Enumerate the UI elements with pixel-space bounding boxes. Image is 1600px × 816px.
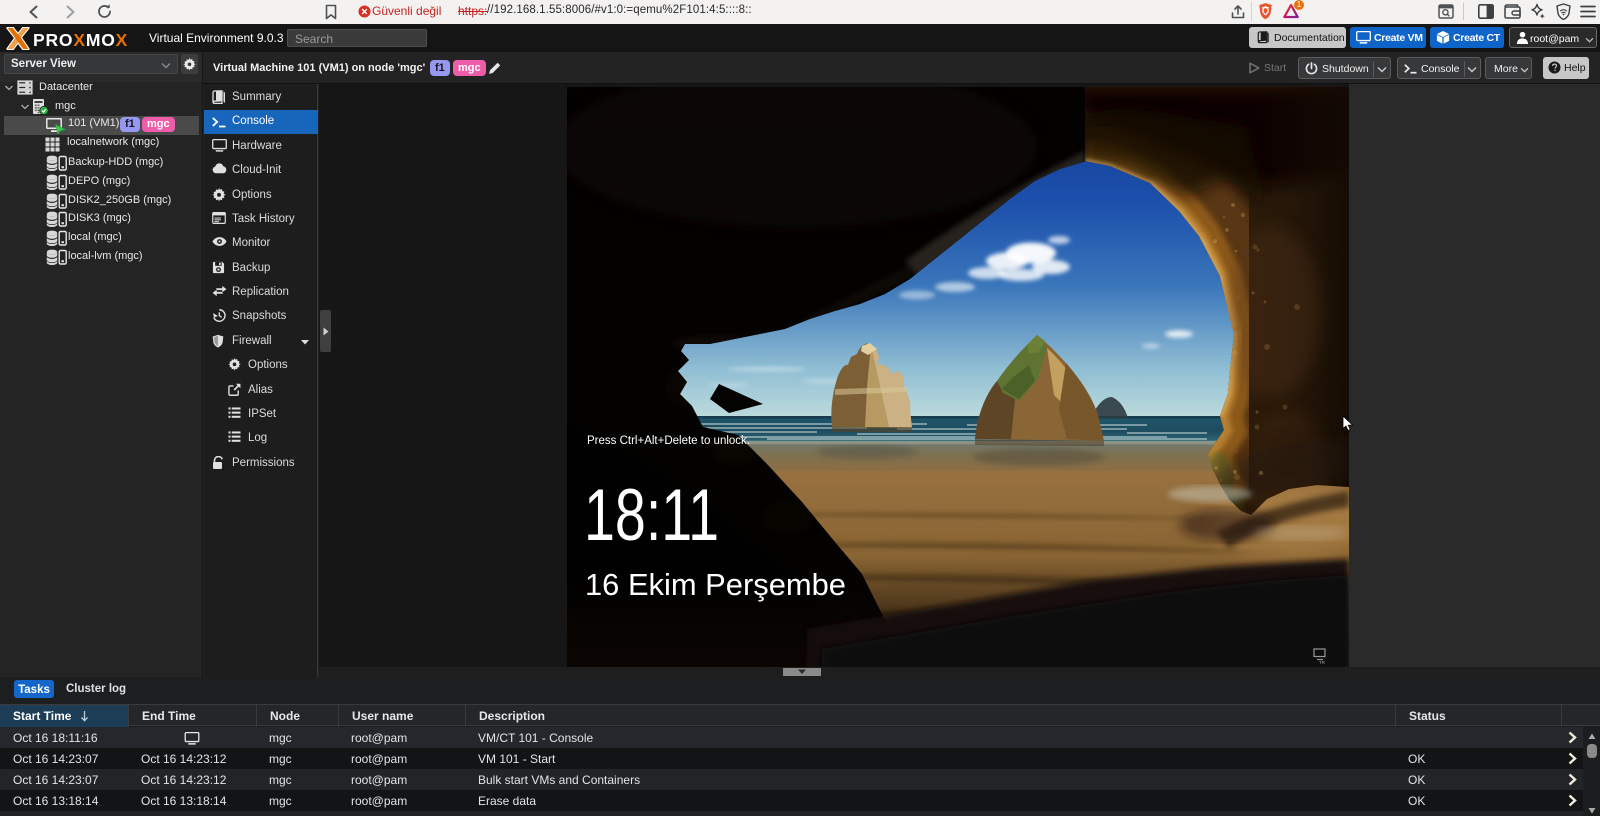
svg-text:18:11: 18:11 (584, 475, 719, 556)
svg-text:16 Ekim Perşembe: 16 Ekim Perşembe (585, 567, 846, 602)
svg-text:TR: TR (1319, 660, 1326, 665)
svg-text:Press Ctrl+Alt+Delete to unloc: Press Ctrl+Alt+Delete to unlock. (587, 435, 750, 447)
